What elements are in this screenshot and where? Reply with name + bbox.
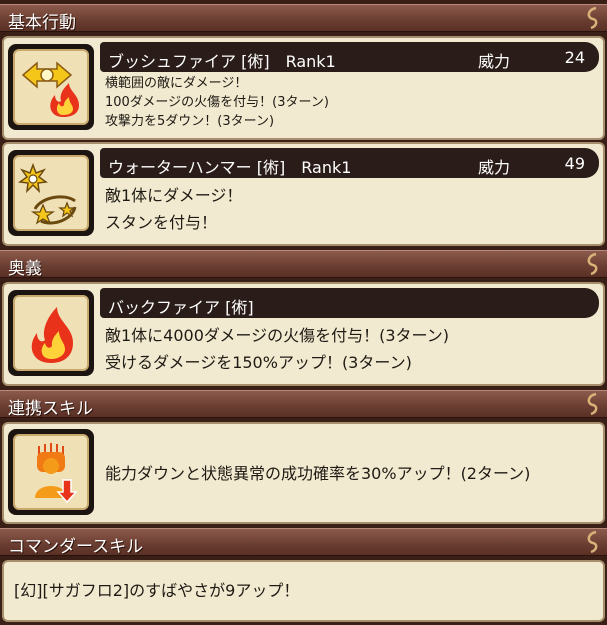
skill-card-backfire[interactable]: バックファイア [術] 敵1体に4000ダメージの火傷を付与！(3ターン) 受け… (2, 282, 605, 386)
section-title-renkei: 連携スキル (8, 399, 93, 419)
skill-description: 敵1体に4000ダメージの火傷を付与！(3ターン) 受けるダメージを150%アッ… (105, 322, 449, 376)
description-line: 100ダメージの火傷を付与！(3ターン) (105, 95, 329, 110)
description-line: 横範囲の敵にダメージ！ (105, 76, 248, 91)
stun-icon (18, 162, 77, 225)
commander-description: [幻][サガフロ2]のすばやさが9アップ！ (14, 577, 299, 604)
skill-icon-frame (8, 44, 94, 130)
skill-name: バックファイア [術] (108, 298, 254, 317)
swirl-ornament-icon (587, 392, 598, 416)
skill-name: ブッシュファイア [術] Rank1 (108, 52, 336, 71)
skill-description: 敵1体にダメージ！ スタンを付与！ (105, 182, 242, 236)
skill-icon-frame (8, 290, 94, 376)
section-header-ougi: 奥義 (0, 250, 607, 279)
description-line: 敵1体に4000ダメージの火傷を付与！(3ターン) (105, 326, 449, 345)
skill-title-bar: バックファイア [術] (100, 288, 599, 318)
section-title-basic: 基本行動 (8, 13, 76, 33)
description-line: 能力ダウンと状態異常の成功確率を30%アップ！(2ターン) (105, 464, 531, 483)
section-header-renkei: 連携スキル (0, 390, 607, 419)
fire-icon (31, 307, 74, 363)
swirl-ornament-icon (587, 530, 598, 554)
section-title-ougi: 奥義 (8, 259, 42, 279)
skill-description: 横範囲の敵にダメージ！ 100ダメージの火傷を付与！(3ターン) 攻撃力を5ダウ… (105, 74, 329, 131)
power-value: 49 (564, 154, 585, 173)
description-line: [幻][サガフロ2]のすばやさが9アップ！ (14, 581, 300, 600)
description-line: 受けるダメージを150%アップ！(3ターン) (105, 353, 412, 372)
debuff-up-icon (35, 443, 78, 504)
skill-title-bar: ブッシュファイア [術] Rank1 威力 24 (100, 42, 599, 72)
skill-icon-frame (8, 429, 94, 515)
description-line: 敵1体にダメージ！ (105, 186, 243, 205)
section-header-basic: 基本行動 (0, 4, 607, 33)
skill-card-bushfire[interactable]: ブッシュファイア [術] Rank1 威力 24 横範囲の敵にダメージ！ 100… (2, 36, 605, 140)
commander-skill-card[interactable]: [幻][サガフロ2]のすばやさが9アップ！ (2, 560, 605, 622)
swirl-ornament-icon (587, 252, 598, 276)
swirl-ornament-icon (587, 6, 598, 30)
description-line: スタンを付与！ (105, 213, 218, 232)
skill-card-waterhammer[interactable]: ウォーターハンマー [術] Rank1 威力 49 敵1体にダメージ！ スタンを… (2, 142, 605, 246)
skill-icon-frame (8, 150, 94, 236)
description-line: 攻撃力を5ダウン！(3ターン) (105, 114, 275, 129)
power-value: 24 (564, 48, 585, 67)
section-header-commander: コマンダースキル (0, 528, 607, 557)
fire-area-icon (21, 61, 79, 117)
skill-title-bar: ウォーターハンマー [術] Rank1 威力 49 (100, 148, 599, 178)
power-label: 威力 (478, 52, 511, 71)
renkei-description: 能力ダウンと状態異常の成功確率を30%アップ！(2ターン) (105, 460, 530, 487)
skill-name: ウォーターハンマー [術] Rank1 (108, 158, 352, 177)
section-title-commander: コマンダースキル (8, 537, 144, 557)
renkei-skill-card[interactable]: 能力ダウンと状態異常の成功確率を30%アップ！(2ターン) (2, 422, 605, 524)
power-label: 威力 (478, 158, 511, 177)
